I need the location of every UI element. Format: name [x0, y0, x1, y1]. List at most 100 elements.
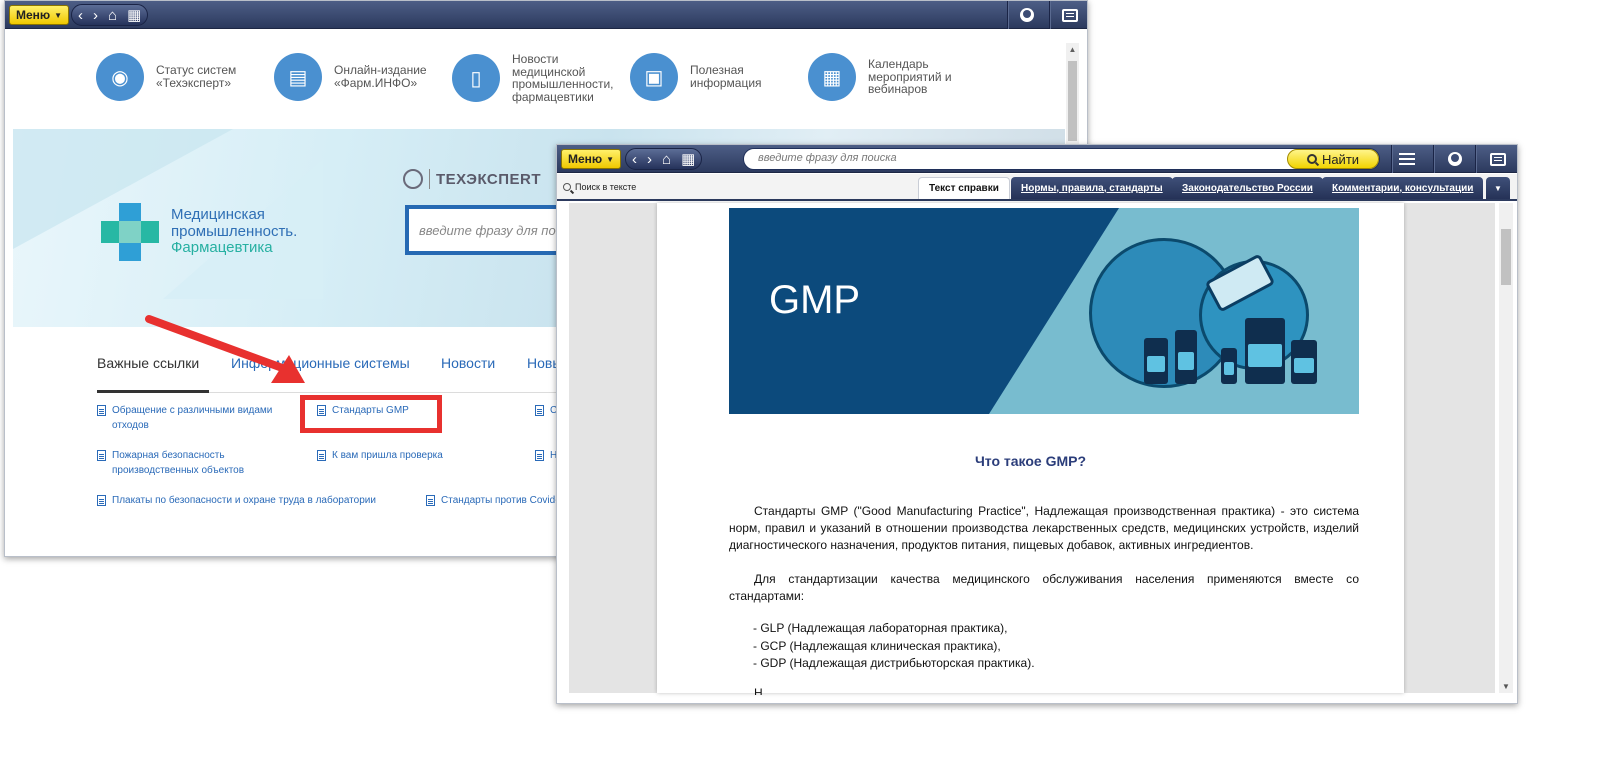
toolbar-divider [1433, 145, 1434, 173]
link-truncated[interactable]: Н [535, 448, 557, 463]
find-button[interactable]: Найти [1287, 149, 1379, 169]
status-icon: ◉ [96, 53, 144, 101]
quick-link-status[interactable]: ◉ Статус систем «Техэксперт» [96, 53, 261, 101]
document-icon [535, 405, 544, 416]
vial-icon [1221, 348, 1237, 384]
document-page: GMP Что такое GMP? Стандарты GMP ("Good … [657, 203, 1404, 695]
link-truncated[interactable]: С [535, 403, 557, 418]
list-item: - GCP (Надлежащая клиническая практика), [753, 638, 1001, 653]
user-icon [1448, 152, 1462, 166]
list-item: - GLP (Надлежащая лабораторная практика)… [753, 621, 1008, 635]
tab-news[interactable]: Новости [441, 355, 495, 371]
tabs-more-button[interactable]: ▼ [1486, 177, 1510, 199]
toolbar: Меню ▼ ‹ › ⌂ ▦ введите фразу для поиска … [557, 145, 1517, 173]
quick-link-useful-info[interactable]: ▣ Полезная информация [630, 53, 795, 101]
search-icon [1306, 154, 1317, 164]
link-text: Стандарты против Covid- [441, 495, 559, 506]
gmp-banner-image: GMP [729, 208, 1359, 414]
tab-help-text[interactable]: Текст справки [918, 177, 1010, 199]
document-viewer: GMP Что такое GMP? Стандарты GMP ("Good … [569, 203, 1495, 695]
news-doc-icon: ▯ [452, 54, 500, 103]
user-button[interactable] [1446, 150, 1464, 168]
quick-link-calendar[interactable]: ▦ Календарь мероприятий и вебинаров [808, 53, 973, 101]
link-text: Обращение с различными видами отходов [112, 405, 273, 431]
scrollbar-thumb[interactable] [1501, 229, 1511, 285]
document-paragraph: Стандарты GMP ("Good Manufacturing Pract… [729, 503, 1359, 554]
home-icon[interactable]: ⌂ [662, 152, 671, 167]
user-button[interactable] [1018, 6, 1036, 24]
link-text: Пожарная безопасность производственных о… [112, 450, 245, 476]
quick-link-news[interactable]: ▯ Новости медицинской промышленности, фа… [452, 53, 617, 103]
hamburger-button[interactable] [1398, 150, 1416, 168]
feedback-button[interactable] [1489, 150, 1507, 168]
banner-title: GMP [769, 278, 861, 322]
link-text: Плакаты по безопасности и охране труда в… [112, 495, 376, 506]
toolbar-divider [1391, 145, 1392, 173]
chevron-down-icon: ▼ [606, 154, 615, 164]
quick-link-label: Онлайн-издание «Фарм.ИНФО» [334, 63, 427, 90]
link-fire-safety[interactable]: Пожарная безопасность производственных о… [97, 448, 287, 478]
monitor-icon: ▤ [274, 53, 322, 101]
toolbar: Меню ▼ ‹ › ⌂ ▦ [5, 1, 1087, 29]
tab-norms-standards[interactable]: Нормы, правила, стандарты [1011, 177, 1173, 199]
back-icon[interactable]: ‹ [78, 8, 83, 23]
home-icon[interactable]: ⌂ [108, 8, 117, 23]
brand-name: ТЕХЭКСПЕRТ [436, 170, 542, 188]
link-inspection[interactable]: К вам пришла проверка [317, 448, 443, 463]
nav-group: ‹ › ⌂ ▦ [71, 4, 149, 26]
tab-russian-law[interactable]: Законодательство России [1172, 177, 1323, 199]
link-covid-standards[interactable]: Стандарты против Covid- [426, 493, 559, 508]
logo-line: Фармацевтика [171, 239, 273, 256]
tab-comments[interactable]: Комментарии, консультации [1322, 177, 1484, 199]
document-icon [426, 495, 435, 506]
search-in-text-button[interactable]: Поиск в тексте [563, 182, 636, 192]
search-in-text-label: Поиск в тексте [575, 182, 637, 192]
menu-label: Меню [16, 8, 51, 22]
chevron-down-icon: ▼ [54, 10, 63, 20]
logo-line: Медицинская [171, 206, 265, 223]
quick-link-label: Новости медицинской промышленности, фарм… [512, 52, 614, 104]
chat-icon [1490, 152, 1506, 166]
scroll-up-icon[interactable]: ▲ [1066, 45, 1079, 54]
scrollbar-thumb[interactable] [1068, 61, 1077, 141]
bottle-icon [1291, 340, 1317, 384]
link-waste[interactable]: Обращение с различными видами отходов [97, 403, 287, 433]
info-doc-icon: ▣ [630, 53, 678, 101]
grid-icon[interactable]: ▦ [127, 8, 141, 23]
list-item: - GDP (Надлежащая дистрибьюторская практ… [753, 656, 1035, 670]
feedback-button[interactable] [1061, 6, 1079, 24]
scroll-down-icon[interactable]: ▼ [1499, 682, 1513, 691]
user-icon [1020, 8, 1034, 22]
spray-bottle-icon [1175, 330, 1197, 384]
toolbar-divider [1475, 145, 1476, 173]
menu-button[interactable]: Меню ▼ [9, 5, 70, 25]
techexpert-symbol-icon [403, 169, 423, 189]
document-window: Меню ▼ ‹ › ⌂ ▦ введите фразу для поиска … [556, 144, 1518, 704]
techexpert-logo: ТЕХЭКСПЕRТ [403, 169, 541, 189]
link-lab-posters[interactable]: Плакаты по безопасности и охране труда в… [97, 493, 376, 508]
quick-link-label: Календарь мероприятий и вебинаров [868, 57, 952, 97]
forward-icon[interactable]: › [647, 152, 652, 167]
quick-link-label: Статус систем «Техэксперт» [156, 63, 237, 90]
medical-cross-logo-icon [101, 203, 159, 261]
calendar-icon: ▦ [808, 53, 856, 101]
jar-icon [1245, 318, 1285, 384]
menu-button[interactable]: Меню ▼ [561, 149, 622, 169]
vertical-scrollbar[interactable]: ▼ [1499, 203, 1513, 693]
document-heading: Что такое GMP? [974, 453, 1087, 469]
chat-icon [1062, 8, 1078, 22]
pointer-arrow-icon [145, 315, 305, 383]
document-tabs: Поиск в тексте Текст справки Нормы, прав… [557, 174, 1517, 201]
document-icon [97, 495, 106, 506]
chevron-down-icon: ▼ [1494, 183, 1502, 193]
quick-link-pharm-info[interactable]: ▤ Онлайн-издание «Фарм.ИНФО» [274, 53, 439, 101]
search-input[interactable]: введите фразу для поиска [743, 148, 1380, 170]
document-icon [97, 405, 106, 416]
document-icon [535, 450, 544, 461]
paragraph-text: Стандарты GMP ("Good Manufacturing Pract… [729, 504, 1359, 552]
logo-line: промышленность. [171, 222, 298, 240]
grid-icon[interactable]: ▦ [681, 152, 695, 167]
back-icon[interactable]: ‹ [632, 152, 637, 167]
search-icon [563, 183, 571, 191]
forward-icon[interactable]: › [93, 8, 98, 23]
